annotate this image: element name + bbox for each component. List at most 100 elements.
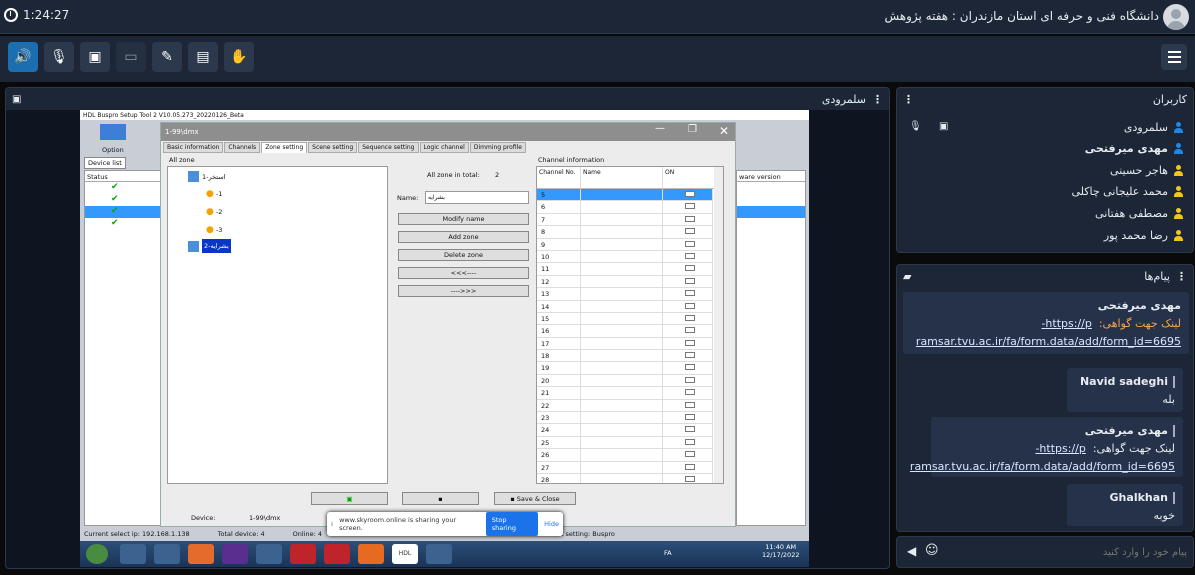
channel-row[interactable]: 9 [537,238,713,251]
mic-button[interactable]: 🎙 [44,42,74,72]
channel-row[interactable]: 14 [537,300,713,313]
message-link[interactable]: ramsar.tvu.ac.ir/fa/form.data/add/form_i… [916,335,1181,348]
message-link[interactable]: ramsar.tvu.ac.ir/fa/form.data/add/form_i… [910,460,1175,473]
menu-button[interactable] [1161,44,1187,70]
channel-row[interactable]: 27 [537,461,713,474]
add-zone-button[interactable]: Add zone [398,231,529,243]
vs-icon[interactable] [222,544,248,564]
user-item[interactable]: مهدی میرفتحی [1085,142,1183,155]
channel-row[interactable]: 11 [537,263,713,276]
on-checkbox[interactable] [663,250,713,263]
tab-sequence-setting[interactable]: Sequence setting [358,142,419,153]
channel-row[interactable]: 25 [537,436,713,450]
user-item[interactable]: هاجر حسینی [1110,164,1183,177]
tab-logic-channel[interactable]: Logic channel [419,142,469,153]
chrome-icon-2[interactable] [426,544,452,564]
send-icon[interactable]: ◀ [907,544,916,558]
on-checkbox[interactable] [663,374,713,387]
on-checkbox[interactable] [663,238,713,250]
stop-sharing-button[interactable]: Stop sharing [485,512,539,536]
user-item[interactable]: رضا محمد پور [1104,229,1183,242]
tree-lamp-1[interactable]: ● -1 [206,189,222,199]
channel-row[interactable]: 7 [537,213,713,227]
channel-row[interactable]: 5 [537,189,713,202]
grid-scrollbar[interactable] [714,167,723,483]
tab-channels[interactable]: Channels [224,142,261,153]
move-right-button[interactable]: ---->>> [398,285,529,297]
on-checkbox[interactable] [663,201,713,213]
more-icon[interactable]: ⋮ [1176,270,1187,283]
drag-handle-icon[interactable]: ⁞ [331,520,333,528]
start-button[interactable] [86,544,108,564]
on-checkbox[interactable] [663,300,713,312]
chrome-icon[interactable] [256,544,282,564]
on-checkbox[interactable] [663,226,713,238]
save-close-button[interactable]: ▪ Save & Close [494,492,576,505]
tab-zone-setting[interactable]: Zone setting [261,142,308,153]
file-button[interactable]: ▤ [188,42,218,72]
refresh-button[interactable]: ▣ [311,492,388,505]
chat-input[interactable] [947,541,1187,563]
channel-row[interactable]: 17 [537,337,713,351]
on-checkbox[interactable] [663,263,713,275]
on-checkbox[interactable] [663,312,713,325]
user-item[interactable]: محمد علیجانی چاکلی [1071,185,1183,198]
on-checkbox[interactable] [663,449,713,461]
tree-zone-1[interactable]: استخر-1 [188,171,225,182]
on-checkbox[interactable] [663,424,713,436]
channel-row[interactable]: 21 [537,387,713,400]
channel-row[interactable]: 24 [537,424,713,437]
firefox-icon[interactable] [358,544,384,564]
move-left-button[interactable]: <<<---- [398,267,529,279]
delete-zone-button[interactable]: Delete zone [398,249,529,261]
tab-dimming-profile[interactable]: Dimming profile [469,142,526,153]
tab-scene-setting[interactable]: Scene setting [308,142,358,153]
channel-row[interactable]: 12 [537,275,713,289]
user-item[interactable]: مصطفی هفتانی [1095,207,1183,220]
on-checkbox[interactable] [663,275,713,288]
on-checkbox[interactable] [663,473,713,483]
tree-zone-2[interactable]: بشرایه-2 [188,239,231,253]
channel-row[interactable]: 13 [537,288,713,301]
on-checkbox[interactable] [663,461,713,473]
on-checkbox[interactable] [663,436,713,449]
tab-basic-information[interactable]: Basic information [163,142,224,153]
channel-row[interactable]: 20 [537,374,713,388]
screen-share-button[interactable]: ▭ [116,42,146,72]
pdf-icon[interactable] [324,544,350,564]
maximize-icon[interactable]: ❐ [688,124,697,135]
speaker-button[interactable]: 🔊 [8,42,38,72]
on-checkbox[interactable] [663,387,713,399]
channel-row[interactable]: 26 [537,449,713,462]
more-icon[interactable]: ⋮ [872,93,883,106]
tree-lamp-3[interactable]: ● -3 [206,225,222,235]
opera-icon[interactable] [290,544,316,564]
on-checkbox[interactable] [663,337,713,350]
minimize-icon[interactable]: — [655,123,665,134]
language-indicator[interactable]: FA [664,549,672,557]
channel-row[interactable]: 8 [537,226,713,239]
more-icon[interactable]: ⋮ [903,93,914,106]
tree-lamp-2[interactable]: ● -2 [206,207,222,217]
on-checkbox[interactable] [663,189,713,201]
media-icon[interactable] [188,544,214,564]
save-button[interactable]: ▪ [402,492,479,505]
channel-row[interactable]: 19 [537,362,713,375]
ie-icon[interactable] [120,544,146,564]
on-checkbox[interactable] [663,399,713,412]
modify-name-button[interactable]: Modify name [398,213,529,225]
emoji-icon[interactable]: ☺ [925,543,939,558]
channel-row[interactable]: 22 [537,399,713,413]
channel-row[interactable]: 28 [537,473,713,483]
hdl-taskbar-icon[interactable]: HDL [392,544,418,564]
camera-button[interactable]: ▣ [80,42,110,72]
device-list-tab[interactable]: Device list [84,157,126,169]
raise-hand-button[interactable]: ✋ [224,42,254,72]
channel-row[interactable]: 10 [537,250,713,264]
message-link[interactable]: https://p- [1035,442,1085,455]
on-checkbox[interactable] [663,213,713,226]
zone-name-field[interactable]: بشرایه [425,191,529,204]
hide-button[interactable]: Hide [544,520,559,528]
channel-row[interactable]: 6 [537,201,713,214]
on-checkbox[interactable] [663,412,713,424]
